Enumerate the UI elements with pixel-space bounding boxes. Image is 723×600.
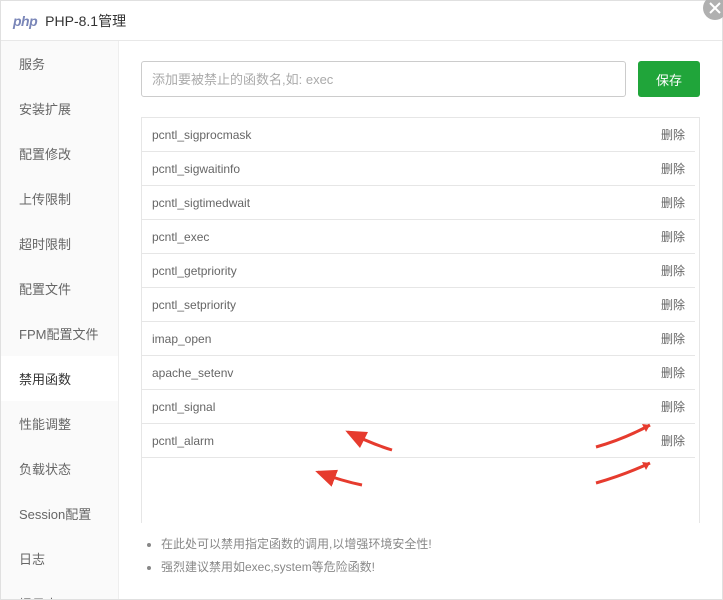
sidebar-item-5[interactable]: 配置文件 <box>1 266 118 311</box>
sidebar-item-8[interactable]: 性能调整 <box>1 401 118 446</box>
delete-link[interactable]: 删除 <box>661 126 685 143</box>
tips-list: 在此处可以禁用指定函数的调用,以增强环境安全性!强烈建议禁用如exec,syst… <box>141 533 700 579</box>
sidebar-item-1[interactable]: 安装扩展 <box>1 86 118 131</box>
delete-link[interactable]: 删除 <box>661 296 685 313</box>
function-row: pcntl_sigprocmask 删除 <box>142 118 695 152</box>
tip-item: 强烈建议禁用如exec,system等危险函数! <box>161 556 700 579</box>
sidebar-item-3[interactable]: 上传限制 <box>1 176 118 221</box>
function-row: pcntl_getpriority 删除 <box>142 254 695 288</box>
function-name: pcntl_exec <box>152 230 209 244</box>
close-icon <box>709 2 721 14</box>
function-row: pcntl_exec 删除 <box>142 220 695 254</box>
input-row: 保存 <box>141 61 700 97</box>
function-row: imap_open 删除 <box>142 322 695 356</box>
function-name: pcntl_alarm <box>152 434 214 448</box>
sidebar-item-10[interactable]: Session配置 <box>1 491 118 536</box>
delete-link[interactable]: 删除 <box>661 398 685 415</box>
window-title: PHP-8.1管理 <box>45 11 126 31</box>
sidebar-item-9[interactable]: 负载状态 <box>1 446 118 491</box>
tip-item: 在此处可以禁用指定函数的调用,以增强环境安全性! <box>161 533 700 556</box>
sidebar-item-6[interactable]: FPM配置文件 <box>1 311 118 356</box>
sidebar-item-7[interactable]: 禁用函数 <box>1 356 118 401</box>
delete-link[interactable]: 删除 <box>661 228 685 245</box>
function-row: pcntl_signal 删除 <box>142 390 695 424</box>
delete-link[interactable]: 删除 <box>661 194 685 211</box>
function-list[interactable]: pcntl_sigprocmask删除pcntl_sigwaitinfo删除pc… <box>141 117 700 523</box>
function-name: pcntl_setpriority <box>152 298 236 312</box>
delete-link[interactable]: 删除 <box>661 330 685 347</box>
function-name: pcntl_signal <box>152 400 215 414</box>
sidebar: 服务安装扩展配置修改上传限制超时限制配置文件FPM配置文件禁用函数性能调整负载状… <box>1 41 119 599</box>
body-area: 服务安装扩展配置修改上传限制超时限制配置文件FPM配置文件禁用函数性能调整负载状… <box>1 41 722 599</box>
sidebar-item-4[interactable]: 超时限制 <box>1 221 118 266</box>
main-panel: 保存 pcntl_sigprocmask 删除 pcntl_sigwaitinfo 删… <box>119 41 722 599</box>
sidebar-item-12[interactable]: 慢日志 <box>1 581 118 599</box>
function-row: pcntl_setpriority 删除 <box>142 288 695 322</box>
titlebar: php PHP-8.1管理 <box>1 1 722 41</box>
sidebar-item-11[interactable]: 日志 <box>1 536 118 581</box>
function-row: pcntl_alarm 删除 <box>142 424 695 458</box>
window: php PHP-8.1管理 服务安装扩展配置修改上传限制超时限制配置文件FPM配… <box>0 0 723 600</box>
delete-link[interactable]: 删除 <box>661 262 685 279</box>
function-name: imap_open <box>152 332 211 346</box>
function-row: apache_setenv 删除 <box>142 356 695 390</box>
php-logo-text: php <box>13 13 37 29</box>
sidebar-item-0[interactable]: 服务 <box>1 41 118 86</box>
delete-link[interactable]: 删除 <box>661 364 685 381</box>
function-name: pcntl_sigprocmask <box>152 128 251 142</box>
function-row: pcntl_sigtimedwait 删除 <box>142 186 695 220</box>
function-name: pcntl_sigtimedwait <box>152 196 250 210</box>
function-name-input[interactable] <box>141 61 626 97</box>
delete-link[interactable]: 删除 <box>661 432 685 449</box>
function-row: pcntl_sigwaitinfo 删除 <box>142 152 695 186</box>
sidebar-item-2[interactable]: 配置修改 <box>1 131 118 176</box>
function-name: pcntl_sigwaitinfo <box>152 162 240 176</box>
delete-link[interactable]: 删除 <box>661 160 685 177</box>
save-button[interactable]: 保存 <box>638 61 700 97</box>
php-logo-icon: php <box>13 13 37 29</box>
function-name: apache_setenv <box>152 366 233 380</box>
function-name: pcntl_getpriority <box>152 264 237 278</box>
